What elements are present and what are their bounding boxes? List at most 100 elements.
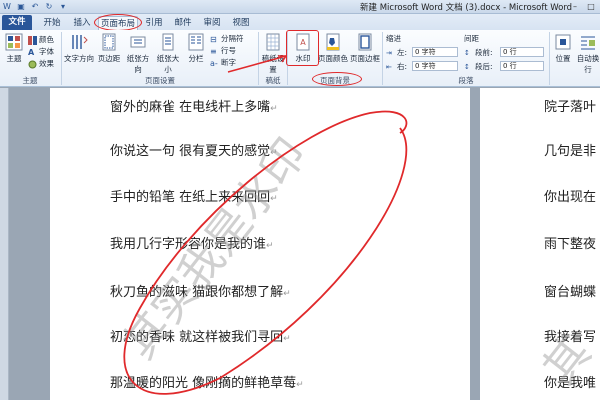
draft-setup-button[interactable]: 稿纸设置 xyxy=(261,32,285,75)
line-numbers-label: 行号 xyxy=(221,46,236,55)
position-button[interactable]: 位置 xyxy=(552,32,574,64)
spacing-after-icon: ↕ xyxy=(464,62,470,71)
page-color-button[interactable]: 页面颜色 xyxy=(318,32,348,64)
spacing-before-text: 段前: xyxy=(475,48,493,57)
spacing-heading: 间距 xyxy=(464,34,479,43)
page-size-icon xyxy=(162,33,174,51)
fonts-button[interactable]: A 字体 xyxy=(28,46,54,57)
wrap-text-icon xyxy=(581,36,595,50)
effects-icon xyxy=(28,60,37,68)
orientation-button[interactable]: 纸张方向 xyxy=(124,32,152,75)
fonts-label: 字体 xyxy=(39,47,54,56)
text-line[interactable]: 几句是非 xyxy=(544,140,596,159)
save-icon[interactable]: ▣ xyxy=(16,2,26,12)
themes-button[interactable]: 主题 xyxy=(3,32,25,64)
text-line[interactable]: 那温暖的阳光 像刚摘的鲜艳草莓↵ xyxy=(110,372,304,391)
page-border-icon xyxy=(358,33,372,51)
quick-access-toolbar: W ▣ ↶ ↻ ▾ xyxy=(2,1,68,13)
tab-insert[interactable]: 插入 xyxy=(68,16,96,30)
effects-label: 效果 xyxy=(39,59,54,68)
wrap-text-button[interactable]: 自动换行 xyxy=(576,32,600,75)
text-line[interactable]: 初恋的香味 就这样被我们寻回↵ xyxy=(110,326,291,345)
text-line[interactable]: 窗外的麻雀 在电线杆上多嘴↵ xyxy=(110,96,278,115)
margins-icon xyxy=(102,33,116,51)
page-size-button[interactable]: 纸张大小 xyxy=(154,32,182,75)
text-line[interactable]: 秋刀鱼的滋味 猫跟你都想了解↵ xyxy=(110,281,291,300)
indent-left-field[interactable]: 0 字符 xyxy=(412,47,458,57)
spacing-after-field[interactable]: 0 行 xyxy=(500,61,544,71)
text-line[interactable]: 你说这一句 很有夏天的感觉↵ xyxy=(110,140,278,159)
colors-label: 颜色 xyxy=(39,35,54,44)
window-title: 新建 Microsoft Word 文档 (3).docx - Microsof… xyxy=(360,3,573,13)
indent-right-field[interactable]: 0 字符 xyxy=(412,61,458,71)
watermark-icon: A xyxy=(296,33,310,51)
colors-icon xyxy=(28,35,37,45)
hyphenation-label: 断字 xyxy=(221,58,236,67)
redo-icon[interactable]: ↻ xyxy=(44,2,54,12)
text-line[interactable]: 雨下整夜 xyxy=(544,233,596,252)
maximize-icon[interactable]: □ xyxy=(584,1,598,12)
line-numbers-button[interactable]: ≡ 行号 xyxy=(210,45,236,56)
document-page-2[interactable]: 院子落叶 几句是非 你出现在 雨下整夜 窗台蝴蝶 我接着写 你是我唯 其 xyxy=(480,88,600,400)
spacing-after-text: 段后: xyxy=(475,62,493,71)
paragraph-group-label: 段落 xyxy=(458,76,474,85)
theme-group-label: 主题 xyxy=(22,76,38,85)
themes-label: 主题 xyxy=(6,54,22,63)
text-line[interactable]: 手中的铅笔 在纸上来来回回↵ xyxy=(110,186,278,205)
page-color-label: 页面颜色 xyxy=(318,54,348,63)
vertical-ruler xyxy=(0,88,9,400)
indent-heading: 缩进 xyxy=(386,34,401,43)
indent-left-text: 左: xyxy=(397,48,408,57)
page-color-icon xyxy=(326,33,340,51)
tab-page-layout[interactable]: 页面布局 xyxy=(98,16,138,30)
ribbon-separator xyxy=(549,32,550,85)
tab-view[interactable]: 视图 xyxy=(228,16,254,30)
tab-file[interactable]: 文件 xyxy=(2,15,32,30)
text-line[interactable]: 院子落叶 xyxy=(544,96,596,115)
tab-review[interactable]: 审阅 xyxy=(199,16,225,30)
effects-button[interactable]: 效果 xyxy=(28,58,54,69)
line-numbers-icon: ≡ xyxy=(210,46,217,56)
text-line[interactable]: 窗台蝴蝶 xyxy=(544,281,596,300)
ribbon: 主题 颜色 A 字体 效果 主题 文字方向 页边距 纸张方向 纸张大小 分栏 ⊟ 分… xyxy=(0,30,600,87)
orientation-label: 纸张方向 xyxy=(126,54,150,74)
spacing-before-label: ↕ 段前: xyxy=(464,47,493,58)
title-bar: W ▣ ↶ ↻ ▾ 新建 Microsoft Word 文档 (3).docx … xyxy=(0,0,600,14)
tab-home[interactable]: 开始 xyxy=(38,16,66,30)
page-border-button[interactable]: 页面边框 xyxy=(350,32,380,64)
minimize-icon[interactable]: – xyxy=(568,1,582,12)
text-direction-button[interactable]: 文字方向 xyxy=(64,32,94,64)
tab-references[interactable]: 引用 xyxy=(141,16,167,30)
colors-button[interactable]: 颜色 xyxy=(28,34,54,45)
text-direction-icon xyxy=(72,35,88,49)
text-line[interactable]: 我用几行字形容你是我的谁↵ xyxy=(110,233,274,252)
svg-text:A: A xyxy=(300,38,306,47)
breaks-button[interactable]: ⊟ 分隔符 xyxy=(210,33,244,44)
watermark-label: 水印 xyxy=(295,54,311,63)
columns-button[interactable]: 分栏 xyxy=(184,32,208,64)
undo-icon[interactable]: ↶ xyxy=(30,2,40,12)
text-line[interactable]: 你是我唯 xyxy=(544,372,596,391)
indent-right-text: 右: xyxy=(397,62,408,71)
hyphenation-icon: a- xyxy=(210,58,218,68)
watermark-button[interactable]: A 水印 xyxy=(290,32,316,64)
hyphenation-button[interactable]: a- 断字 xyxy=(210,57,236,68)
ribbon-tabs: 文件 开始 插入 页面布局 引用 邮件 审阅 视图 xyxy=(0,14,600,30)
tab-mailings[interactable]: 邮件 xyxy=(170,16,196,30)
page-size-label: 纸张大小 xyxy=(156,54,180,74)
indent-right-label: ⇤ 右: xyxy=(386,61,407,72)
text-line[interactable]: 你出现在 xyxy=(544,186,596,205)
margins-button[interactable]: 页边距 xyxy=(96,32,122,64)
spacing-before-field[interactable]: 0 行 xyxy=(500,47,544,57)
text-line[interactable]: 我接着写 xyxy=(544,326,596,345)
draft-group-label: 稿纸 xyxy=(265,76,281,85)
document-page-1[interactable]: 窗外的麻雀 在电线杆上多嘴↵ 你说这一句 很有夏天的感觉↵ 手中的铅笔 在纸上来… xyxy=(50,88,470,400)
spacing-after-label: ↕ 段后: xyxy=(464,61,493,72)
position-icon xyxy=(555,34,571,50)
qat-dropdown-icon[interactable]: ▾ xyxy=(58,2,68,12)
position-label: 位置 xyxy=(555,54,571,63)
margins-label: 页边距 xyxy=(97,54,121,63)
wrap-text-label: 自动换行 xyxy=(576,54,600,74)
indent-left-icon: ⇥ xyxy=(386,48,392,57)
themes-icon xyxy=(5,33,23,51)
